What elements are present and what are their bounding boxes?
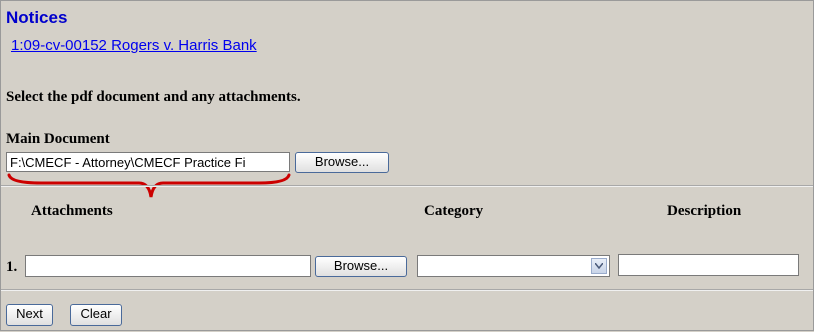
description-header: Description (667, 203, 742, 219)
section-divider-top (1, 185, 813, 187)
chevron-down-icon[interactable] (591, 258, 607, 274)
attachments-header: Attachments (31, 203, 113, 219)
main-document-browse-button[interactable]: Browse... (295, 152, 389, 173)
attachment-browse-button[interactable]: Browse... (315, 256, 407, 277)
main-document-file-input[interactable]: F:\CMECF - Attorney\CMECF Practice Fi (6, 152, 290, 172)
section-divider-bottom (1, 289, 813, 291)
instruction-text: Select the pdf document and any attachme… (6, 89, 301, 105)
attachment-row-number: 1. (6, 259, 18, 275)
page-title: Notices (6, 8, 68, 27)
clear-button[interactable]: Clear (70, 304, 122, 326)
notices-form: Notices 1:09-cv-00152 Rogers v. Harris B… (0, 0, 814, 331)
attachment-description-input[interactable] (618, 254, 799, 276)
attachment-file-input[interactable] (25, 255, 311, 277)
next-button[interactable]: Next (6, 304, 53, 326)
case-link[interactable]: 1:09-cv-00152 Rogers v. Harris Bank (11, 37, 257, 54)
attachment-category-select[interactable] (417, 255, 610, 277)
category-header: Category (424, 203, 484, 219)
main-document-label: Main Document (6, 131, 110, 147)
